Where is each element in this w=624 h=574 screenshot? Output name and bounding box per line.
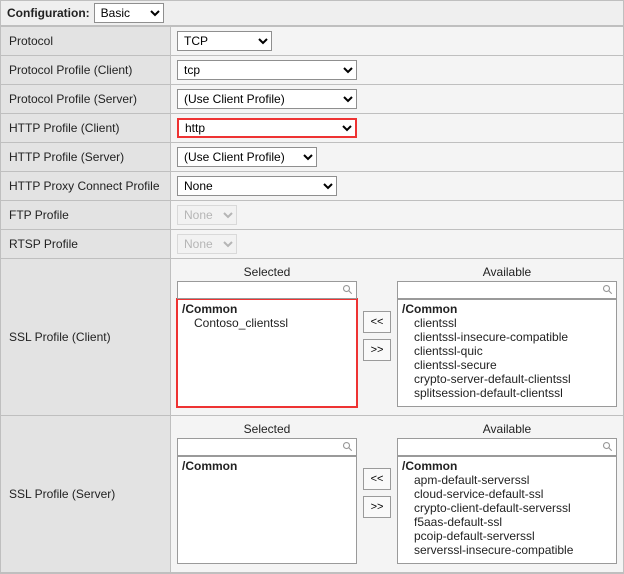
ssl-server-selected-list[interactable]: /Common bbox=[177, 456, 357, 564]
ftp-profile-label: FTP Profile bbox=[1, 201, 171, 230]
configuration-select[interactable]: Basic bbox=[94, 3, 164, 23]
ssl-profile-server-label: SSL Profile (Server) bbox=[1, 416, 171, 573]
move-right-button[interactable]: >> bbox=[363, 339, 391, 361]
protocol-label: Protocol bbox=[1, 27, 171, 56]
list-item[interactable]: clientssl-secure bbox=[402, 358, 612, 372]
list-item[interactable]: clientssl-quic bbox=[402, 344, 612, 358]
protocol-profile-client-label: Protocol Profile (Client) bbox=[1, 56, 171, 85]
list-item[interactable]: cloud-service-default-ssl bbox=[402, 487, 612, 501]
http-profile-client-select[interactable]: http bbox=[177, 118, 357, 138]
search-icon bbox=[602, 441, 614, 453]
list-item[interactable]: clientssl bbox=[402, 316, 612, 330]
protocol-profile-client-select[interactable]: tcp bbox=[177, 60, 357, 80]
ssl-client-available-search[interactable] bbox=[397, 281, 617, 299]
partition-group: /Common bbox=[402, 459, 612, 473]
search-icon bbox=[602, 284, 614, 296]
partition-group: /Common bbox=[182, 459, 352, 473]
rtsp-profile-select: None bbox=[177, 234, 237, 254]
http-profile-server-label: HTTP Profile (Server) bbox=[1, 143, 171, 172]
http-profile-client-label: HTTP Profile (Client) bbox=[1, 114, 171, 143]
list-item[interactable]: clientssl-insecure-compatible bbox=[402, 330, 612, 344]
list-item[interactable]: splitsession-default-clientssl bbox=[402, 386, 612, 400]
protocol-profile-server-select[interactable]: (Use Client Profile) bbox=[177, 89, 357, 109]
move-left-button[interactable]: << bbox=[363, 311, 391, 333]
list-item[interactable]: f5aas-default-ssl bbox=[402, 515, 612, 529]
ssl-profile-client-label: SSL Profile (Client) bbox=[1, 259, 171, 416]
ssl-server-available-list[interactable]: /Common apm-default-serverssl cloud-serv… bbox=[397, 456, 617, 564]
ssl-client-selected-list[interactable]: /Common Contoso_clientssl bbox=[177, 299, 357, 407]
http-proxy-connect-select[interactable]: None bbox=[177, 176, 337, 196]
move-left-button[interactable]: << bbox=[363, 468, 391, 490]
move-right-button[interactable]: >> bbox=[363, 496, 391, 518]
available-header: Available bbox=[483, 422, 531, 436]
partition-group: /Common bbox=[182, 302, 352, 316]
list-item[interactable]: crypto-client-default-serverssl bbox=[402, 501, 612, 515]
list-item[interactable]: crypto-server-default-clientssl bbox=[402, 372, 612, 386]
selected-header: Selected bbox=[244, 265, 291, 279]
ssl-client-selected-search[interactable] bbox=[177, 281, 357, 299]
http-proxy-connect-label: HTTP Proxy Connect Profile bbox=[1, 172, 171, 201]
list-item[interactable]: Contoso_clientssl bbox=[182, 316, 352, 330]
rtsp-profile-label: RTSP Profile bbox=[1, 230, 171, 259]
list-item[interactable]: serverssl-insecure-compatible bbox=[402, 543, 612, 557]
http-profile-server-select[interactable]: (Use Client Profile) bbox=[177, 147, 317, 167]
ssl-client-available-list[interactable]: /Common clientssl clientssl-insecure-com… bbox=[397, 299, 617, 407]
protocol-profile-server-label: Protocol Profile (Server) bbox=[1, 85, 171, 114]
ssl-server-available-search[interactable] bbox=[397, 438, 617, 456]
configuration-label: Configuration: bbox=[7, 6, 90, 20]
protocol-select[interactable]: TCP bbox=[177, 31, 272, 51]
list-item[interactable]: pcoip-default-serverssl bbox=[402, 529, 612, 543]
list-item[interactable]: apm-default-serverssl bbox=[402, 473, 612, 487]
available-header: Available bbox=[483, 265, 531, 279]
ssl-server-selected-search[interactable] bbox=[177, 438, 357, 456]
partition-group: /Common bbox=[402, 302, 612, 316]
ftp-profile-select: None bbox=[177, 205, 237, 225]
search-icon bbox=[342, 284, 354, 296]
selected-header: Selected bbox=[244, 422, 291, 436]
search-icon bbox=[342, 441, 354, 453]
